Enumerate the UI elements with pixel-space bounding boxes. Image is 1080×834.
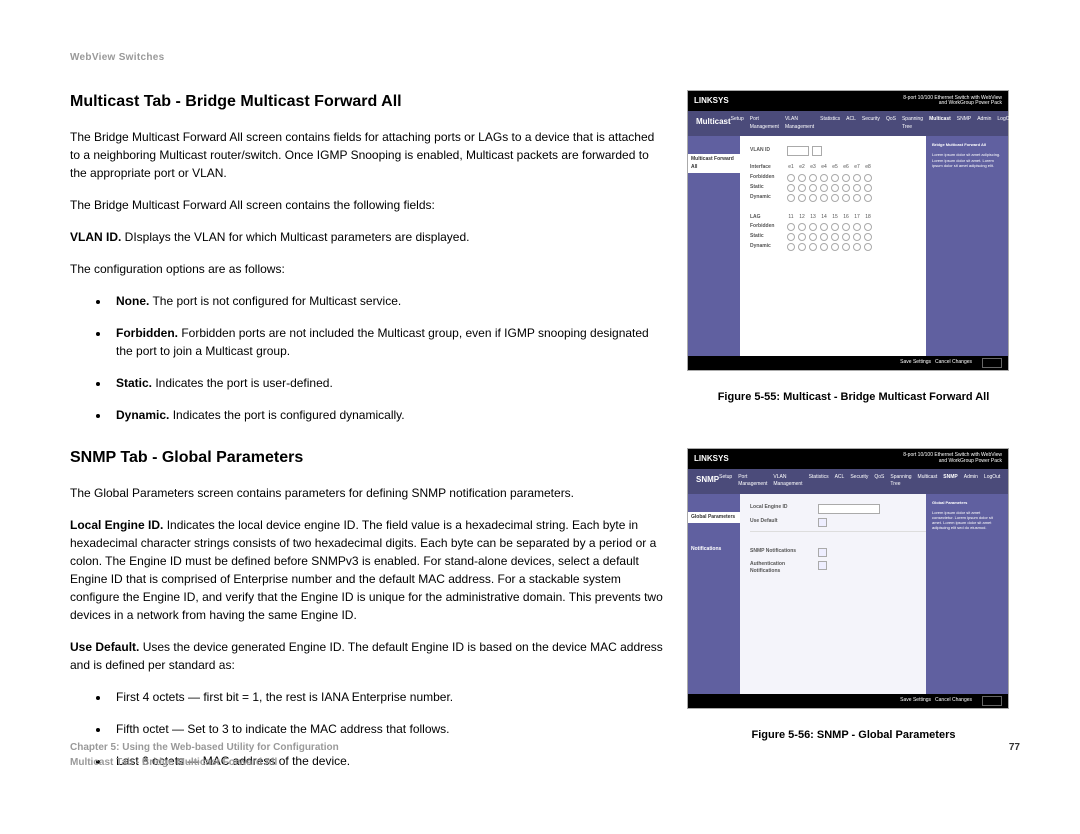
vlan-id-line: VLAN ID. DIsplays the VLAN for which Mul…: [70, 228, 665, 246]
opt-forbidden: Forbidden. Forbidden ports are not inclu…: [110, 324, 665, 360]
product-name: 8-port 10/100 Ethernet Switch with WebVi…: [903, 453, 1002, 464]
figure-5-55-caption: Figure 5-55: Multicast - Bridge Multicas…: [687, 389, 1020, 406]
running-header: WebView Switches: [70, 50, 1020, 65]
section1-fields-intro: The Bridge Multicast Forward All screen …: [70, 196, 665, 214]
page-number: 77: [1009, 740, 1020, 770]
figures-column: LINKSYS 8-port 10/100 Ethernet Switch wi…: [687, 90, 1020, 784]
product-name: 8-port 10/100 Ethernet Switch with WebVi…: [903, 96, 1002, 107]
top-tabs: SetupPortManagementVLANManagementStatist…: [731, 116, 1014, 131]
fig56-side-tab: Global Parameters: [688, 512, 740, 524]
opt-dynamic: Dynamic. Indicates the port is configure…: [110, 406, 665, 424]
opt-static: Static. Indicates the port is user-defin…: [110, 374, 665, 392]
fig56-side-tab2: Notifications: [688, 544, 740, 556]
cancel-button: Cancel Changes: [935, 697, 972, 705]
section2-intro: The Global Parameters screen contains pa…: [70, 484, 665, 502]
section2-title: SNMP Tab - Global Parameters: [70, 446, 665, 470]
fig55-side-title: Multicast: [696, 116, 731, 131]
section1-title: Multicast Tab - Bridge Multicast Forward…: [70, 90, 665, 114]
brand-logo: LINKSYS: [694, 453, 729, 465]
bullet-octets2: Fifth octet — Set to 3 to indicate the M…: [110, 720, 665, 738]
save-button: Save Settings: [900, 697, 931, 705]
fig56-info: Global Parameters Lorem ipsum dolor sit …: [926, 494, 1008, 694]
config-intro: The configuration options are as follows…: [70, 260, 665, 278]
page-footer: Chapter 5: Using the Web-based Utility f…: [70, 740, 1020, 770]
cisco-logo: [982, 696, 1002, 706]
cancel-button: Cancel Changes: [935, 359, 972, 367]
opt-none: None. The port is not configured for Mul…: [110, 292, 665, 310]
footer-section: Multicast Tab - Bridge Multicast Forward…: [70, 755, 339, 770]
fig55-info: Bridge Multicast Forward All Lorem ipsum…: [926, 136, 1008, 356]
figure-5-55: LINKSYS 8-port 10/100 Ethernet Switch wi…: [687, 90, 1009, 371]
config-options-list: None. The port is not configured for Mul…: [70, 292, 665, 424]
main-text-column: Multicast Tab - Bridge Multicast Forward…: [70, 90, 665, 784]
save-button: Save Settings: [900, 359, 931, 367]
section1-intro: The Bridge Multicast Forward All screen …: [70, 128, 665, 182]
figure-5-56: LINKSYS 8-port 10/100 Ethernet Switch wi…: [687, 448, 1009, 709]
bullet-octets1: First 4 octets — first bit = 1, the rest…: [110, 688, 665, 706]
fig55-side-tab: Multicast Forward All: [688, 154, 740, 173]
local-engine-id: Local Engine ID. Indicates the local dev…: [70, 516, 665, 624]
top-tabs: SetupPortManagementVLANManagementStatist…: [719, 474, 1000, 489]
use-default: Use Default. Uses the device generated E…: [70, 638, 665, 674]
cisco-logo: [982, 358, 1002, 368]
footer-chapter: Chapter 5: Using the Web-based Utility f…: [70, 740, 339, 755]
brand-logo: LINKSYS: [694, 95, 729, 107]
fig56-side-title: SNMP: [696, 474, 719, 489]
